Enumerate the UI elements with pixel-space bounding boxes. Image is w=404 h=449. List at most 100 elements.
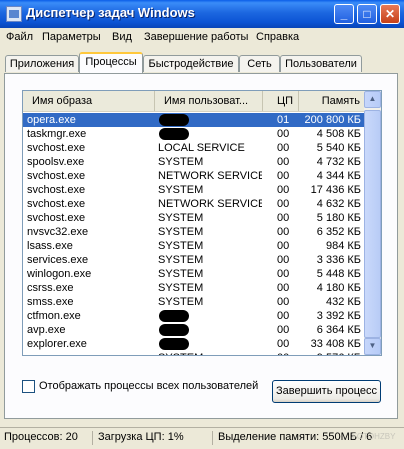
process-cpu: 00 [277,212,290,224]
tab-performance[interactable]: Быстродействие [143,55,239,72]
process-cpu: 00 [277,351,297,355]
process-memory: 6 364 КБ [316,324,361,336]
process-row[interactable]: spoolsv.exe SYSTEM 00 4 732 КБ [23,155,365,169]
menu-bar: Файл Параметры Вид Завершение работы Спр… [0,28,404,46]
scroll-up-button[interactable]: ▲ [364,91,381,108]
process-user-name: SYSTEM [158,296,204,308]
process-row[interactable]: taskmgr.exe 00 4 508 КБ [23,127,365,141]
column-image-name[interactable]: Имя образа [23,91,155,111]
process-row[interactable]: csrss.exe SYSTEM 00 4 180 КБ [23,281,365,295]
process-image-name: svchost.exe [27,142,86,154]
process-row[interactable]: lsass.exe SYSTEM 00 984 КБ [23,239,365,253]
process-row[interactable]: svchost.exe LOCAL SERVICE 00 5 540 КБ [23,141,365,155]
process-user-name: NETWORK SERVICE [158,170,262,182]
process-user-name: SYSTEM [158,240,204,252]
title-bar[interactable]: Диспетчер задач Windows _ □ ✕ [0,0,404,28]
tab-applications[interactable]: Приложения [5,55,79,72]
show-all-users-checkbox[interactable] [22,380,35,393]
process-memory: 3 392 КБ [316,310,361,322]
process-cpu: 00 [277,240,290,252]
process-row[interactable]: svchost.exe NETWORK SERVICE 00 4 632 КБ [23,197,365,211]
process-user-name: SYSTEM [158,184,204,196]
task-manager-icon [6,6,22,22]
vertical-scrollbar[interactable]: ▲ ▼ [364,91,381,355]
process-row[interactable]: winlogon.exe SYSTEM 00 5 448 КБ [23,267,365,281]
redaction-mark [159,114,189,126]
menu-view[interactable]: Вид [112,31,132,43]
tab-strip: Приложения Процессы Быстродействие Сеть … [0,52,404,74]
process-row[interactable]: explorer.exe 00 33 408 КБ [23,337,365,351]
process-list[interactable]: Имя образа Имя пользоват... ЦП Память op… [22,90,382,356]
process-user-name: LOCAL SERVICE [158,142,245,154]
scroll-down-button[interactable]: ▼ [364,338,381,355]
process-image-name: services.exe [27,254,89,266]
process-user-name: SYSTEM [158,268,204,280]
process-cpu: 00 [277,170,290,182]
scroll-thumb[interactable] [364,110,381,338]
process-row[interactable]: svchost.exe SYSTEM 00 5 180 КБ [23,211,365,225]
process-cpu: 00 [277,142,290,154]
menu-file[interactable]: Файл [6,31,33,43]
process-memory: 5 180 КБ [316,212,361,224]
process-row[interactable]: ctfmon.exe 00 3 392 КБ [23,309,365,323]
tab-processes[interactable]: Процессы [79,52,143,73]
process-row[interactable]: svchost.exe NETWORK SERVICE 00 4 344 КБ [23,169,365,183]
process-user-name: SYSTEM [158,351,262,355]
status-divider [92,431,93,445]
process-image-name: winlogon.exe [27,268,92,280]
menu-options[interactable]: Параметры [42,31,101,43]
redaction-mark [159,310,189,322]
status-cpu-usage: Загрузка ЦП: 1% [98,431,184,443]
status-commit-charge: Выделение памяти: 550МБ / 6 [218,431,373,443]
process-memory: 3 336 КБ [316,254,361,266]
end-process-button[interactable]: Завершить процесс [272,380,381,403]
process-memory: 33 408 КБ [310,338,361,350]
process-cpu: 00 [277,282,290,294]
process-cpu: 00 [277,310,290,322]
process-row[interactable]: avp.exe 00 6 364 КБ [23,323,365,337]
process-row[interactable]: nvsvc32.exe SYSTEM 00 6 352 КБ [23,225,365,239]
process-row[interactable]: smss.exe SYSTEM 00 432 КБ [23,295,365,309]
process-image-name: avp.exe [27,351,153,355]
close-button[interactable]: ✕ [380,4,400,24]
process-memory: 4 508 КБ [316,128,361,140]
process-memory: 4 344 КБ [316,170,361,182]
process-image-name: avp.exe [27,324,66,336]
process-image-name: opera.exe [27,114,76,126]
process-image-name: taskmgr.exe [27,128,87,140]
menu-shutdown[interactable]: Завершение работы [144,31,248,43]
process-image-name: svchost.exe [27,184,86,196]
redaction-mark [159,324,189,336]
process-cpu: 00 [277,184,290,196]
process-user-name: SYSTEM [158,254,204,266]
status-process-count: Процессов: 20 [4,431,78,443]
process-image-name: smss.exe [27,296,74,308]
process-image-name: svchost.exe [27,212,86,224]
column-memory[interactable]: Память [299,91,365,111]
process-cpu: 00 [277,226,290,238]
maximize-button[interactable]: □ [357,4,377,24]
process-image-name: ctfmon.exe [27,310,81,322]
close-icon: ✕ [384,7,396,21]
process-row[interactable]: avp.exe SYSTEM 009 576 КБ [23,351,365,355]
tab-users[interactable]: Пользователи [280,55,362,72]
column-user-name[interactable]: Имя пользоват... [155,91,263,111]
process-image-name: explorer.exe [27,338,87,350]
process-memory: 4 180 КБ [316,282,361,294]
process-image-name: svchost.exe [27,170,86,182]
menu-help[interactable]: Справка [256,31,299,43]
scroll-down-icon: ▼ [368,341,377,350]
process-user-name: NETWORK SERVICE [158,198,262,210]
process-row[interactable]: opera.exe 01 200 800 КБ [23,113,365,127]
task-manager-window: Диспетчер задач Windows _ □ ✕ Файл Парам… [0,0,404,449]
tab-networking[interactable]: Сеть [239,55,280,72]
minimize-button[interactable]: _ [334,4,354,24]
process-memory: 432 КБ [325,296,361,308]
process-cpu: 00 [277,268,290,280]
status-bar: Процессов: 20 Загрузка ЦП: 1% Выделение … [0,427,404,449]
process-row[interactable]: services.exe SYSTEM 00 3 336 КБ [23,253,365,267]
process-row[interactable]: svchost.exe SYSTEM 00 17 436 КБ [23,183,365,197]
process-memory: 5 540 КБ [316,142,361,154]
process-memory: 4 632 КБ [316,198,361,210]
column-cpu[interactable]: ЦП [263,91,299,111]
